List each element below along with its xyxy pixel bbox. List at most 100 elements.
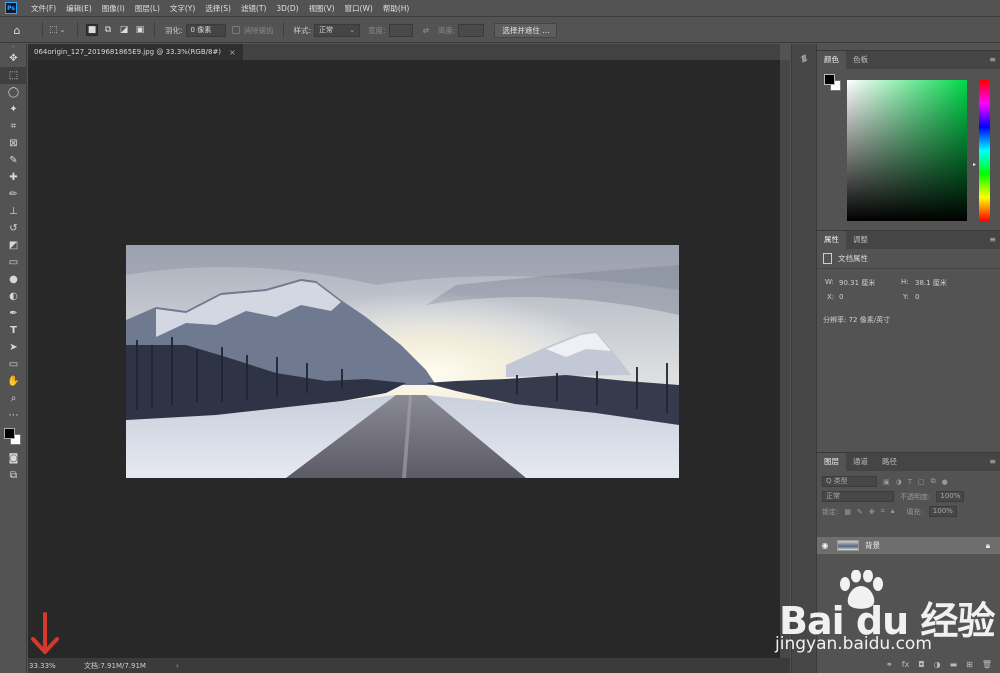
opacity-input[interactable]: 100% xyxy=(936,491,965,502)
panel-menu-icon[interactable]: ≡ xyxy=(989,235,996,244)
swap-icon[interactable]: ⇄ xyxy=(423,26,429,35)
tab-channels[interactable]: 通道 xyxy=(846,453,875,471)
tab-swatches[interactable]: 色板 xyxy=(846,51,875,69)
menu-image[interactable]: 图像(I) xyxy=(97,3,130,14)
menu-layer[interactable]: 图层(L) xyxy=(130,3,165,14)
menu-filter[interactable]: 滤镜(T) xyxy=(236,3,271,14)
layer-row[interactable]: ◉ 背景 🔒︎ xyxy=(817,537,1000,554)
height-input[interactable] xyxy=(458,23,485,37)
layer-filter-input[interactable]: Q 类型 xyxy=(822,476,877,487)
intersect-selection-icon[interactable]: ▣ xyxy=(134,24,146,36)
y-value[interactable]: 0 xyxy=(915,293,919,301)
tab-adjustments[interactable]: 调整 xyxy=(846,231,875,249)
marquee-tool-icon[interactable]: ⬚ xyxy=(0,67,27,84)
style-select[interactable]: 正常 xyxy=(314,23,361,37)
lock-pixels-icon[interactable]: ✎ xyxy=(857,508,863,516)
lock-all-icon[interactable]: 🔒︎ xyxy=(891,507,895,516)
height-value[interactable]: 38.1 厘米 xyxy=(915,278,947,288)
menu-select[interactable]: 选择(S) xyxy=(200,3,236,14)
document-tab[interactable]: 064origin_127_2019681865E9.jpg @ 33.3%(R… xyxy=(28,44,243,60)
lasso-tool-icon[interactable]: ◯ xyxy=(0,84,27,101)
magic-wand-tool-icon[interactable]: ✦ xyxy=(0,101,27,118)
vertical-scrollbar[interactable] xyxy=(780,60,790,658)
history-panel-icon[interactable]: ⥮ xyxy=(797,54,811,70)
frame-tool-icon[interactable]: ⊠ xyxy=(0,135,27,152)
foreground-color-swatch[interactable] xyxy=(4,428,15,439)
foreground-color-swatch[interactable] xyxy=(824,74,835,85)
gradient-tool-icon[interactable]: ▭ xyxy=(0,254,27,271)
link-layers-icon[interactable]: ⚭ xyxy=(886,660,893,669)
stamp-tool-icon[interactable]: ⊥ xyxy=(0,203,27,220)
type-tool-icon[interactable]: T xyxy=(0,322,27,339)
width-input[interactable] xyxy=(388,23,413,37)
blend-mode-select[interactable]: 正常 xyxy=(822,491,894,502)
color-picker-field[interactable] xyxy=(847,80,967,221)
zoom-level[interactable]: 33.33% xyxy=(28,662,74,670)
add-mask-icon[interactable]: ◘ xyxy=(918,660,924,669)
add-selection-icon[interactable]: ⧉ xyxy=(102,24,114,36)
subtract-selection-icon[interactable]: ◪ xyxy=(118,24,130,36)
panel-menu-icon[interactable]: ≡ xyxy=(989,457,996,466)
menu-edit[interactable]: 编辑(E) xyxy=(61,3,97,14)
width-value[interactable]: 90.31 厘米 xyxy=(839,278,875,288)
close-icon[interactable]: × xyxy=(229,48,236,57)
tab-paths[interactable]: 路径 xyxy=(875,453,904,471)
new-layer-icon[interactable]: ⊞ xyxy=(966,660,973,669)
lock-artboard-icon[interactable]: ⌗ xyxy=(881,507,885,516)
menu-type[interactable]: 文字(Y) xyxy=(165,3,200,14)
antialias-checkbox[interactable] xyxy=(231,26,240,34)
blur-tool-icon[interactable]: ● xyxy=(0,271,27,288)
tab-properties[interactable]: 属性 xyxy=(817,231,846,249)
filter-adjustment-icon[interactable]: ◑ xyxy=(896,478,902,486)
document-image[interactable] xyxy=(126,245,679,478)
new-selection-icon[interactable]: ■ xyxy=(86,24,98,36)
lock-icon[interactable]: 🔒︎ xyxy=(986,541,990,551)
fx-icon[interactable]: fx xyxy=(902,660,910,669)
lock-position-icon[interactable]: ✥ xyxy=(869,508,875,516)
menu-file[interactable]: 文件(F) xyxy=(26,3,61,14)
marquee-preset-picker[interactable]: ⬚ ⌄ xyxy=(49,23,71,37)
history-brush-tool-icon[interactable]: ↺ xyxy=(0,220,27,237)
feather-input[interactable]: 0 像素 xyxy=(185,23,226,37)
photoshop-logo-icon[interactable]: Ps xyxy=(5,2,17,14)
tab-layers[interactable]: 图层 xyxy=(817,453,846,471)
delete-layer-icon[interactable]: 🗑︎ xyxy=(982,660,992,669)
filter-shape-icon[interactable]: ▢ xyxy=(918,478,925,486)
eraser-tool-icon[interactable]: ◩ xyxy=(0,237,27,254)
eyedropper-tool-icon[interactable]: ✎ xyxy=(0,152,27,169)
filter-toggle-icon[interactable]: ● xyxy=(942,478,948,486)
new-group-icon[interactable]: ▬ xyxy=(950,660,958,669)
brush-tool-icon[interactable]: ✏ xyxy=(0,186,27,203)
more-tools-icon[interactable]: ⋯ xyxy=(0,407,27,424)
pen-tool-icon[interactable]: ✒ xyxy=(0,305,27,322)
filter-pixel-icon[interactable]: ▣ xyxy=(883,478,890,486)
layer-name[interactable]: 背景 xyxy=(865,540,880,551)
eye-icon[interactable]: ◉ xyxy=(817,541,833,550)
path-selection-tool-icon[interactable]: ➤ xyxy=(0,339,27,356)
tab-color[interactable]: 颜色 xyxy=(817,51,846,69)
hand-tool-icon[interactable]: ✋ xyxy=(0,373,27,390)
filter-type-icon[interactable]: T xyxy=(908,478,912,486)
color-swatches[interactable] xyxy=(0,424,27,450)
healing-brush-tool-icon[interactable]: ✚ xyxy=(0,169,27,186)
filter-smart-object-icon[interactable]: ⧉ xyxy=(931,477,936,486)
menu-3d[interactable]: 3D(D) xyxy=(271,4,303,13)
select-and-mask-button[interactable]: 选择并遮住 ... xyxy=(494,22,558,38)
menu-view[interactable]: 视图(V) xyxy=(304,3,340,14)
panel-menu-icon[interactable]: ≡ xyxy=(989,55,996,64)
quick-mask-icon[interactable]: ◙ xyxy=(0,450,27,467)
hue-slider[interactable] xyxy=(979,80,990,221)
adjustment-layer-icon[interactable]: ◑ xyxy=(934,660,941,669)
hue-pointer-icon[interactable]: ▸ xyxy=(973,161,976,168)
crop-tool-icon[interactable]: ⌗ xyxy=(0,118,27,135)
dodge-tool-icon[interactable]: ◐ xyxy=(0,288,27,305)
fill-input[interactable]: 100% xyxy=(928,506,957,517)
screen-mode-icon[interactable]: ⧉ xyxy=(0,467,27,484)
status-menu-arrow-icon[interactable]: › xyxy=(176,662,179,670)
move-tool-icon[interactable]: ✥ xyxy=(0,50,27,67)
menu-help[interactable]: 帮助(H) xyxy=(378,3,415,14)
x-value[interactable]: 0 xyxy=(839,293,843,301)
home-icon[interactable]: ⌂ xyxy=(10,23,24,37)
zoom-tool-icon[interactable]: ⌕ xyxy=(0,390,27,407)
lock-transparency-icon[interactable]: ▦ xyxy=(844,508,851,516)
